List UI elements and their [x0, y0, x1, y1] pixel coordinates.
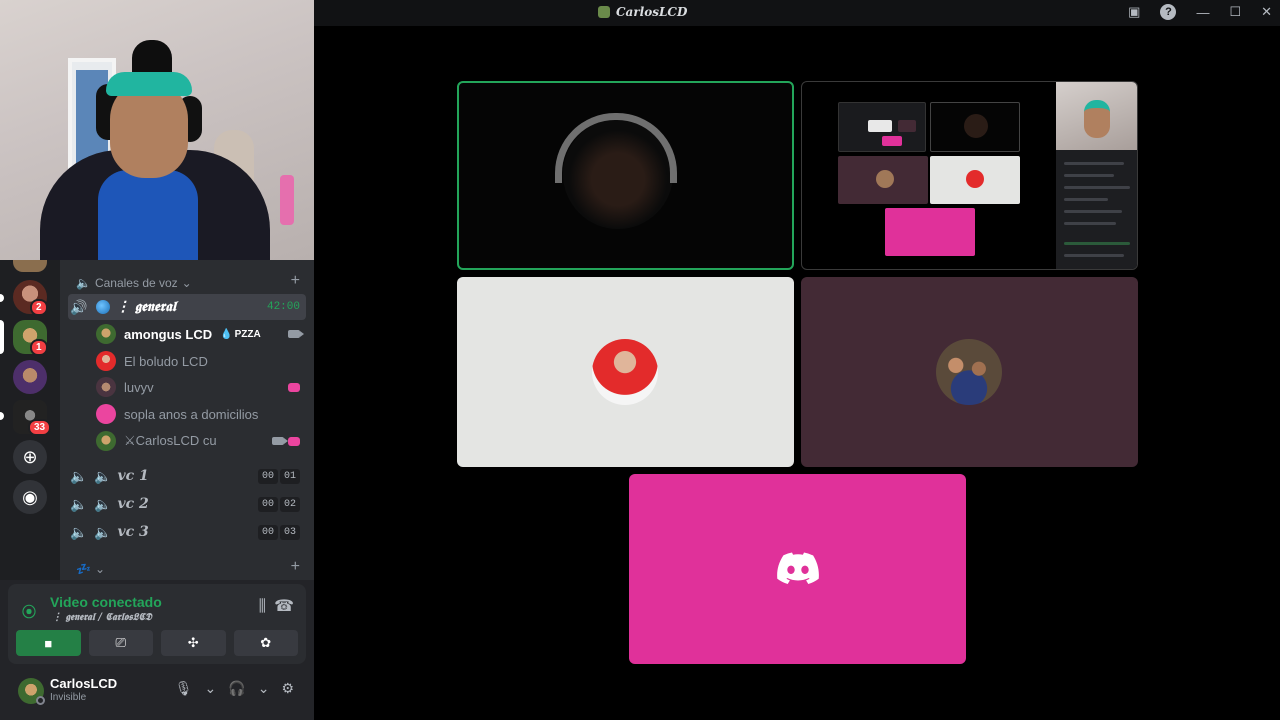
voice-user[interactable]: luvyv	[96, 375, 306, 399]
speaker-icon: 🔈	[70, 523, 88, 540]
create-channel-button[interactable]: +	[291, 272, 300, 290]
screen-share-icon: ⎚	[115, 635, 126, 650]
inbox-icon[interactable]: ▣	[1128, 4, 1140, 20]
video-tile[interactable]	[801, 277, 1138, 467]
plus-icon: ⊕	[22, 446, 38, 467]
clan-tag: 💧 PZZA	[220, 328, 261, 340]
voice-channel-vc3[interactable]: 🔈 🔈 𝒗𝒄 3 00 03	[68, 519, 306, 545]
video-tile-speaking[interactable]	[457, 81, 794, 270]
speaker-icon: 🔈	[76, 276, 91, 290]
disconnect-icon[interactable]: ☎	[274, 596, 294, 616]
speaker-icon: 🔈	[70, 495, 88, 512]
voice-channel-vc1[interactable]: 🔈 🔈 𝒗𝒄 1 00 01	[68, 463, 306, 489]
activity-icon	[288, 382, 300, 392]
user-limit: 00 01	[257, 468, 300, 484]
microphone-icon[interactable]: 🎙	[175, 680, 193, 697]
signal-icon[interactable]: ⦿	[22, 602, 36, 622]
screen-share-preview	[838, 102, 1020, 257]
camera-icon	[288, 330, 304, 338]
app-icon	[598, 6, 610, 18]
server-rail: 2 1 33 ⊕ ◉	[0, 260, 60, 580]
activities-icon: ✣	[187, 635, 199, 650]
droplet-icon: 💧	[220, 328, 233, 340]
close-icon[interactable]: ✕	[1261, 4, 1272, 20]
voice-category-header[interactable]: 🔈 Canales de voz ⌄	[76, 276, 192, 290]
gear-icon[interactable]: ⚙	[281, 680, 294, 697]
status-indicator	[36, 696, 45, 705]
voice-channel-general[interactable]: 🔊 ⋮ 𝖌𝖊𝖓𝖊𝖗𝖆𝖑 42:00	[68, 294, 306, 320]
voice-user[interactable]: ⚔CarlosLCD cu	[96, 429, 306, 453]
speaker-icon: 🔈	[94, 467, 112, 484]
help-icon[interactable]: ?	[1160, 4, 1177, 20]
create-channel-button[interactable]: +	[291, 558, 300, 576]
server-mention-badge: 2	[30, 299, 48, 316]
user-limit: 00 03	[257, 524, 300, 540]
avatar	[96, 377, 116, 397]
activity-icon	[288, 436, 300, 446]
chevron-down-icon[interactable]: ⌄	[258, 680, 270, 697]
voice-user[interactable]: sopla anos a domicilios	[96, 402, 306, 426]
video-tile[interactable]	[629, 474, 966, 664]
camera-icon	[272, 437, 288, 445]
category-header[interactable]: 💤 ⌄	[76, 562, 105, 576]
speaker-icon: 🔈	[70, 467, 88, 484]
participant-avatar	[936, 339, 1002, 405]
avatar	[96, 431, 116, 451]
screen-share-button[interactable]: ⎚	[88, 630, 153, 656]
voice-user[interactable]: amongus LCD 💧 PZZA	[96, 322, 306, 346]
channel-name: ⋮ 𝖌𝖊𝖓𝖊𝖗𝖆𝖑	[116, 299, 176, 315]
user-panel: CarlosLCD Invisible 🎙 ⌄ 🎧 ⌄ ⚙	[0, 670, 314, 720]
activities-button[interactable]: ✣	[161, 630, 226, 656]
noise-suppression-icon[interactable]: ⫼	[259, 598, 266, 616]
headphones-icon	[555, 113, 677, 183]
soundboard-icon: ✿	[260, 635, 272, 650]
screen-share-sidebar	[1056, 82, 1137, 269]
voice-panel: ⦿ Video conectado ⋮ 𝖌𝖊𝖓𝖊𝖗𝖆𝖑 / 𝕮𝖆𝖗𝖑𝖔𝖘𝕷𝕮𝕯 …	[0, 580, 314, 720]
add-server-button[interactable]: ⊕	[13, 440, 47, 474]
globe-icon	[96, 300, 110, 314]
channel-timer: 42:00	[266, 301, 300, 313]
discord-avatar	[96, 404, 116, 424]
maximize-icon[interactable]: ☐	[1229, 4, 1241, 20]
chevron-down-icon[interactable]: ⌄	[205, 680, 217, 697]
participant-avatar	[592, 339, 658, 405]
chevron-down-icon: ⌄	[94, 562, 106, 576]
title-bar: CarlosLCD ▣ ? — ☐ ✕	[314, 0, 1280, 26]
camera-icon: ■	[44, 635, 53, 651]
server-mention-badge: 1	[30, 339, 48, 356]
minimize-icon[interactable]: —	[1196, 5, 1209, 20]
speaker-icon: 🔈	[94, 495, 112, 512]
voice-location[interactable]: ⋮ 𝖌𝖊𝖓𝖊𝖗𝖆𝖑 / 𝕮𝖆𝖗𝖑𝖔𝖘𝕷𝕮𝕯	[52, 612, 152, 623]
voice-user[interactable]: El boludo LCD	[96, 349, 306, 373]
streamer-webcam-overlay	[0, 0, 314, 260]
avatar	[96, 351, 116, 371]
compass-icon: ◉	[22, 486, 38, 507]
server-icon[interactable]	[13, 360, 47, 394]
screen: 2 1 33 ⊕ ◉ 🔈 Canales de voz ⌄ + 🔊 ⋮ 𝖌𝖊𝖓𝖊…	[0, 0, 1280, 720]
voice-channel-vc2[interactable]: 🔈 🔈 𝒗𝒄 2 00 02	[68, 491, 306, 517]
user-limit: 00 02	[257, 496, 300, 512]
voice-status-box: ⦿ Video conectado ⋮ 𝖌𝖊𝖓𝖊𝖗𝖆𝖑 / 𝕮𝖆𝖗𝖑𝖔𝖘𝕷𝕮𝕯 …	[8, 584, 306, 664]
server-selected-pill	[0, 320, 4, 354]
soundboard-button[interactable]: ✿	[233, 630, 298, 656]
speaker-icon: 🔈	[94, 523, 112, 540]
discover-button[interactable]: ◉	[13, 480, 47, 514]
server-mention-badge: 33	[28, 419, 52, 436]
video-tile[interactable]	[457, 277, 794, 467]
voice-status[interactable]: Video conectado	[50, 594, 162, 610]
chevron-down-icon: ⌄	[181, 276, 192, 290]
channel-list: 🔈 Canales de voz ⌄ + 🔊 ⋮ 𝖌𝖊𝖓𝖊𝖗𝖆𝖑 42:00 a…	[60, 260, 314, 580]
speaker-icon: 🔊	[70, 298, 88, 315]
discord-logo-icon	[777, 552, 819, 584]
username[interactable]: CarlosLCD	[50, 676, 117, 691]
camera-button[interactable]: ■	[16, 630, 81, 656]
video-call-window: CarlosLCD ▣ ? — ☐ ✕	[314, 0, 1280, 720]
avatar	[96, 324, 116, 344]
server-icon-partial[interactable]	[13, 260, 47, 272]
window-title: CarlosLCD	[616, 5, 688, 19]
user-status: Invisible	[50, 692, 87, 703]
zzz-icon: 💤	[76, 562, 91, 576]
screen-share-tile[interactable]	[801, 81, 1138, 270]
headphones-icon[interactable]: 🎧	[228, 680, 245, 697]
